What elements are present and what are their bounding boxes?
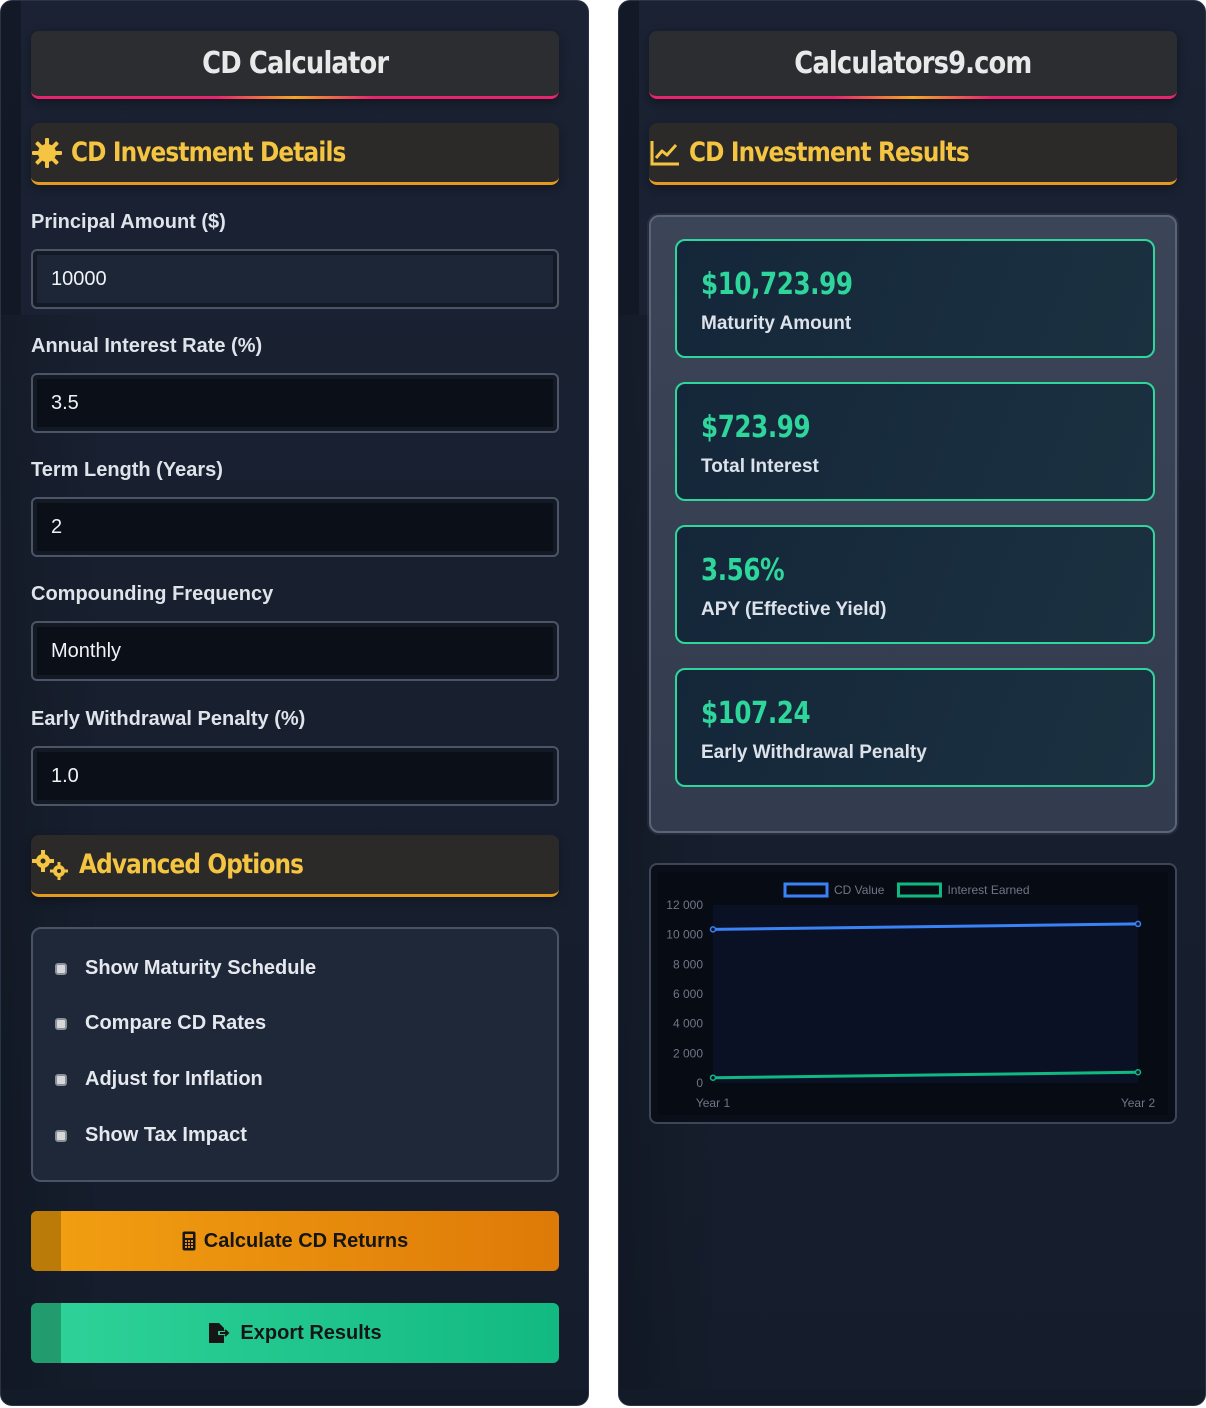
advanced-heading: Advanced Options — [79, 849, 304, 880]
data-point — [709, 1074, 717, 1081]
details-heading: CD Investment Details — [71, 137, 346, 168]
term-length-input[interactable]: 2 — [31, 497, 559, 557]
panel-footer-bar — [619, 1389, 1205, 1405]
maturity-amount-card: $10,723.99 Maturity Amount — [675, 239, 1155, 358]
y-tick-label: 6 000 — [673, 987, 703, 1001]
y-tick-label: 4 000 — [673, 1017, 703, 1031]
apy-value: 3.56% — [701, 553, 785, 588]
line-chart-icon — [649, 137, 681, 169]
site-title-bar: Calculators9.com — [649, 31, 1177, 99]
total-interest-label: Total Interest — [701, 456, 819, 477]
file-export-icon — [208, 1323, 232, 1343]
results-section-header: CD Investment Results — [649, 123, 1177, 185]
advanced-section-header: Advanced Options — [31, 835, 559, 897]
apy-label: APY (Effective Yield) — [701, 599, 887, 620]
principal-label: Principal Amount ($) — [31, 211, 226, 233]
option-adjust-inflation[interactable]: Adjust for Inflation — [55, 1068, 263, 1091]
total-interest-value: $723.99 — [701, 410, 811, 445]
option-label: Adjust for Inflation — [85, 1068, 263, 1090]
advanced-options-box: Show Maturity Schedule Compare CD Rates … — [31, 927, 559, 1182]
chart-svg: CD Value Interest Earned 0 2 000 4 000 6 000… — [658, 872, 1168, 1115]
checkbox[interactable] — [55, 1129, 67, 1142]
data-point — [709, 926, 717, 933]
calculate-button[interactable]: Calculate CD Returns — [31, 1211, 559, 1271]
option-compare-rates[interactable]: Compare CD Rates — [55, 1012, 266, 1035]
y-tick-label: 8 000 — [673, 957, 703, 971]
gears-icon — [31, 849, 71, 881]
export-button[interactable]: Export Results — [31, 1303, 559, 1363]
cd-calculator-panel: CD Calculator CD Investment Details Prin… — [0, 0, 589, 1406]
principal-input[interactable]: 10000 — [31, 249, 559, 309]
results-panel: Calculators9.com CD Investment Results $… — [618, 0, 1206, 1406]
option-tax-impact[interactable]: Show Tax Impact — [55, 1124, 247, 1147]
apy-card: 3.56% APY (Effective Yield) — [675, 525, 1155, 644]
sun-gear-icon — [31, 137, 63, 169]
option-label: Show Tax Impact — [85, 1124, 247, 1146]
calculate-button-label: Calculate CD Returns — [203, 1229, 409, 1252]
option-maturity-schedule[interactable]: Show Maturity Schedule — [55, 957, 316, 980]
calculator-title: CD Calculator — [201, 46, 389, 81]
results-heading: CD Investment Results — [689, 137, 970, 168]
export-button-label: Export Results — [240, 1321, 382, 1344]
option-label: Compare CD Rates — [85, 1012, 267, 1034]
maturity-amount-value: $10,723.99 — [701, 267, 853, 302]
calculator-icon — [182, 1231, 196, 1251]
x-tick-label: Year 1 — [696, 1096, 731, 1110]
legend-label: CD Value — [834, 883, 885, 897]
interest-rate-input[interactable]: 3.5 — [31, 373, 559, 433]
y-tick-label: 10 000 — [666, 928, 703, 942]
penalty-result-label: Early Withdrawal Penalty — [701, 742, 927, 763]
penalty-card: $107.24 Early Withdrawal Penalty — [675, 668, 1155, 787]
checkbox[interactable] — [55, 1017, 67, 1030]
data-point — [1134, 1069, 1142, 1076]
site-title: Calculators9.com — [794, 46, 1032, 81]
term-length-label: Term Length (Years) — [31, 459, 223, 481]
cd-growth-chart: CD Value Interest Earned 0 2 000 4 000 6 000… — [649, 863, 1177, 1124]
penalty-value: $107.24 — [701, 696, 811, 731]
option-label: Show Maturity Schedule — [85, 957, 317, 979]
panel-footer-bar — [1, 1389, 588, 1405]
x-tick-label: Year 2 — [1121, 1096, 1156, 1110]
calculator-title-bar: CD Calculator — [31, 31, 559, 99]
y-tick-label: 2 000 — [673, 1046, 703, 1060]
penalty-input[interactable]: 1.0 — [31, 746, 559, 806]
results-container: $10,723.99 Maturity Amount $723.99 Total… — [649, 215, 1177, 833]
data-point — [1134, 920, 1142, 928]
y-tick-label: 12 000 — [666, 898, 703, 912]
total-interest-card: $723.99 Total Interest — [675, 382, 1155, 501]
checkbox[interactable] — [55, 1073, 67, 1086]
interest-rate-label: Annual Interest Rate (%) — [31, 335, 263, 357]
legend-label: Interest Earned — [947, 883, 1029, 897]
details-section-header: CD Investment Details — [31, 123, 559, 185]
compounding-select[interactable]: Monthly — [31, 621, 559, 681]
checkbox[interactable] — [55, 962, 67, 975]
compounding-label: Compounding Frequency — [31, 583, 274, 605]
y-tick-label: 0 — [696, 1076, 703, 1090]
maturity-amount-label: Maturity Amount — [701, 313, 852, 334]
panel-shade — [1, 1, 21, 315]
penalty-label: Early Withdrawal Penalty (%) — [31, 708, 306, 730]
panel-shade — [619, 1, 639, 315]
